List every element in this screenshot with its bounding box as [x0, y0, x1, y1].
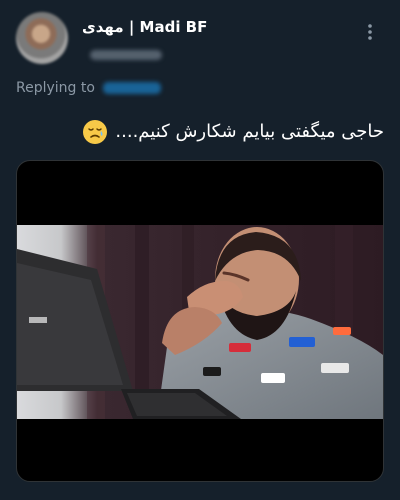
replying-to-label: Replying to — [16, 80, 95, 96]
author-name-row[interactable]: مهدی | Madi BF — [82, 18, 207, 36]
sad-relieved-face-emoji — [83, 120, 108, 144]
avatar[interactable] — [16, 12, 68, 64]
more-vertical-icon — [368, 24, 372, 40]
author-display-name: مهدی | Madi BF — [82, 18, 208, 36]
tweet-media[interactable] — [16, 160, 384, 482]
reply-handle-redacted[interactable] — [102, 82, 161, 94]
more-options-button[interactable] — [358, 20, 382, 44]
video-scene — [17, 225, 383, 419]
tweet-text: حاجی میگفتی بیایم شکارش کنیم.... — [115, 121, 384, 143]
video-frame[interactable] — [17, 225, 383, 419]
replying-to-row: Replying to — [16, 80, 161, 96]
author-handle-redacted — [90, 50, 162, 60]
tweet-body: حاجی میگفتی بیایم شکارش کنیم.... — [16, 118, 384, 146]
